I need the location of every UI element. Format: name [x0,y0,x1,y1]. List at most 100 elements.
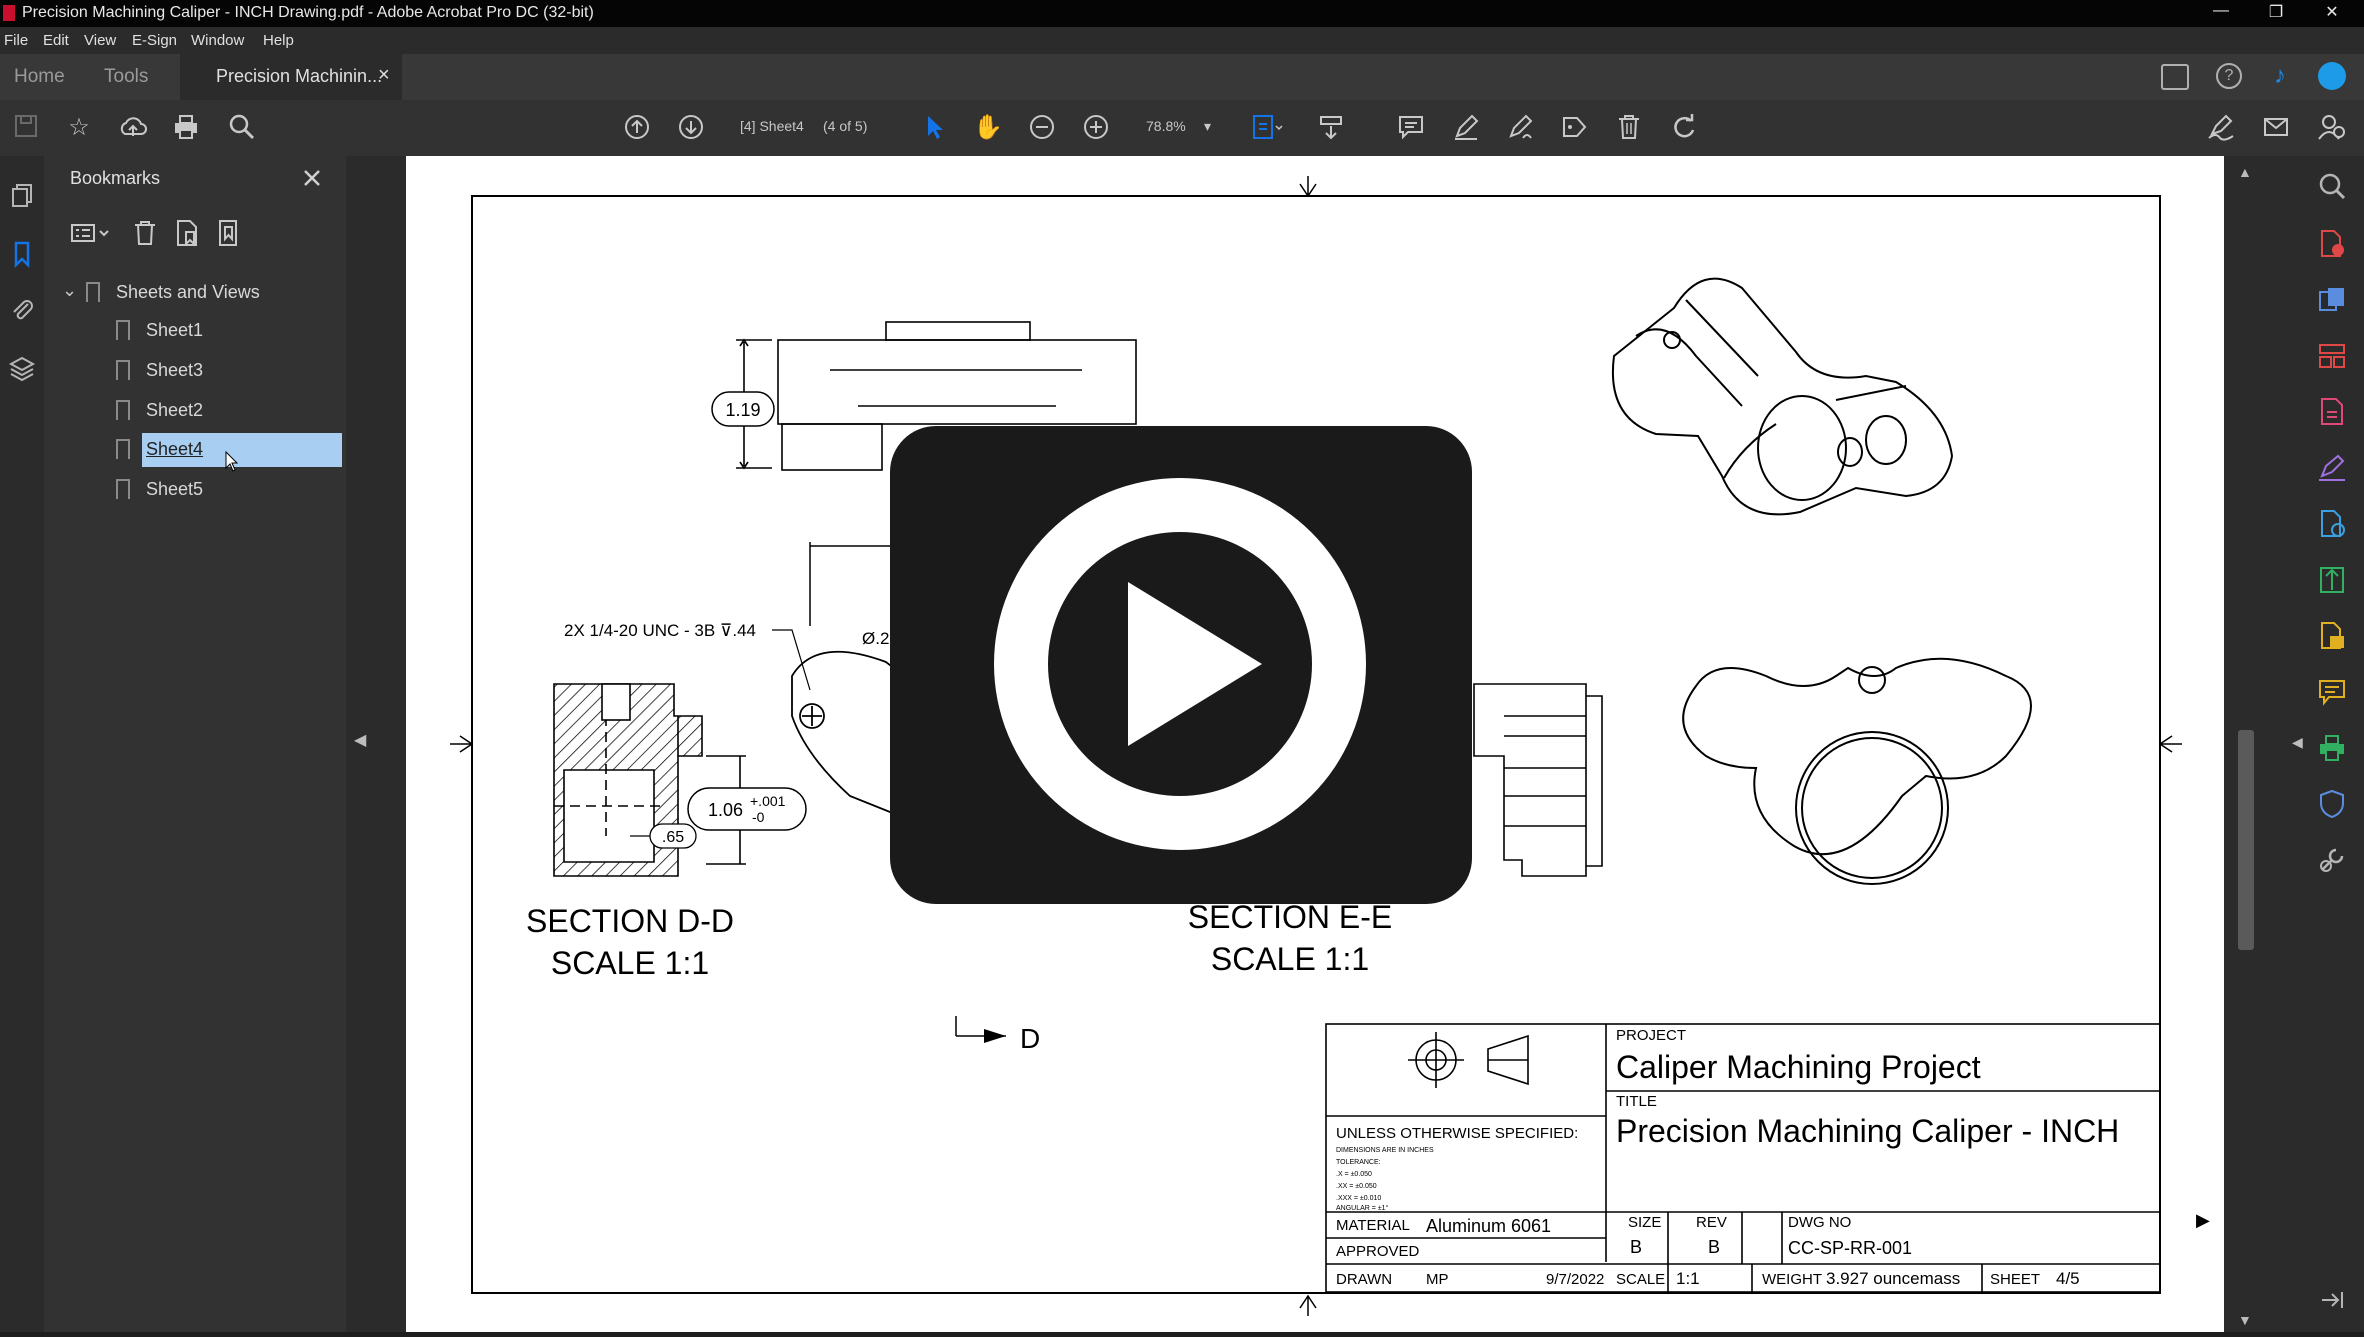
fill-sign-rail-icon[interactable] [2314,452,2350,488]
search-icon[interactable] [226,112,258,144]
menu-file[interactable]: File [4,32,28,49]
size-value: B [1630,1237,1642,1257]
collapse-pane-arrow-icon[interactable]: ◀ [354,730,366,750]
play-icon[interactable] [890,426,1472,904]
tab-tools[interactable]: Tools [104,66,148,88]
window-title: Precision Machining Caliper - INCH Drawi… [22,4,594,21]
close-window-button[interactable]: ✕ [2312,2,2352,22]
tab-document-label: Precision Machinin... [216,66,383,86]
fit-page-icon[interactable] [1250,112,1283,144]
section-d-title: SECTION D-D [526,903,734,939]
attachments-paperclip-icon[interactable] [6,296,38,328]
page-number-field[interactable]: [4] Sheet4 [740,118,804,134]
page-edge-tab: ▶ [2182,1176,2224,1266]
rotate-icon[interactable] [1668,112,1700,144]
share-screen-icon[interactable] [2161,64,2189,90]
bookmark-star-icon[interactable]: ☆ [63,112,95,144]
draw-pen-icon[interactable] [1504,112,1536,144]
close-panel-icon[interactable] [300,166,324,190]
pane-splitter[interactable]: ◀ [346,156,406,1332]
bookmark-sheet1[interactable]: Sheet1 [116,314,346,348]
upload-cloud-icon[interactable] [117,112,149,144]
expand-bookmark-icon[interactable] [214,218,244,248]
delete-bookmark-icon[interactable] [130,218,160,248]
video-play-overlay[interactable] [890,426,1472,904]
compress-pdf-icon[interactable] [2314,564,2350,600]
menu-edit[interactable]: Edit [43,32,69,49]
delete-trash-icon[interactable] [1613,112,1645,144]
comment-icon[interactable] [1395,112,1427,144]
sheet-label: SHEET [1990,1271,2040,1288]
vertical-scrollbar[interactable]: ▲ ▼ [2224,156,2270,1332]
highlight-pen-icon[interactable] [1450,112,1482,144]
document-view[interactable]: 1.19 2X 1/4-20 UNC - 3B ⊽.44 Ø.2 1.06 +.… [406,156,2270,1332]
tolerance-line: .XXX = ±0.010 [1336,1195,1381,1202]
menu-help[interactable]: Help [263,32,294,49]
scroll-up-arrow-icon[interactable]: ▲ [2238,164,2252,180]
request-signature-icon[interactable] [2314,508,2350,544]
hand-tool-icon[interactable]: ✋ [972,112,1004,144]
scrollbar-thumb[interactable] [2238,730,2254,950]
create-pdf-icon[interactable] [2314,284,2350,320]
email-icon[interactable] [2260,112,2292,144]
comment-rail-icon[interactable] [2314,676,2350,712]
expand-pane-arrow-icon[interactable]: ◀ [2292,734,2303,751]
protect-shield-icon[interactable] [2314,788,2350,824]
tolerance-line: .X = ±0.050 [1336,1171,1372,1178]
scroll-down-arrow-icon[interactable]: ▼ [2238,1312,2252,1328]
collapse-chevron-icon[interactable]: ⌄ [62,280,77,301]
bookmark-sheet5[interactable]: Sheet5 [116,473,346,507]
bookmark-sheet3[interactable]: Sheet3 [116,354,346,388]
zoom-search-icon[interactable] [2314,170,2350,206]
tol-plus: +.001 [750,793,786,809]
tab-document[interactable]: Precision Machinin... × [180,54,402,100]
sheet-value: 4/5 [2056,1269,2080,1288]
zoom-out-icon[interactable] [1026,112,1058,144]
tab-close-button[interactable]: × [378,64,390,87]
help-icon[interactable]: ? [2216,63,2242,89]
zoom-level-field[interactable]: 78.8% [1146,118,1186,134]
scrolling-mode-icon[interactable] [1315,112,1347,144]
edit-pdf-icon[interactable] [2314,396,2350,432]
bookmarks-rail-icon[interactable] [6,240,38,272]
print-icon[interactable] [170,112,202,144]
label-d-bottom: D [1020,1023,1040,1054]
menu-window[interactable]: Window [191,32,244,49]
bookmark-icon [116,479,130,499]
material-value: Aluminum 6061 [1426,1216,1551,1236]
scale-label: SCALE [1616,1271,1665,1288]
tab-home[interactable]: Home [14,66,65,88]
layers-icon[interactable] [6,354,38,386]
bookmark-options-icon[interactable] [70,218,114,248]
restore-button[interactable]: ❐ [2256,2,2296,22]
collapse-tools-pane-icon[interactable] [2314,1284,2350,1320]
stamp-tag-icon[interactable] [1558,112,1590,144]
organize-pages-icon[interactable] [2314,340,2350,376]
notification-bell-icon[interactable]: ♪ [2268,62,2292,89]
bookmark-root[interactable]: ⌄ Sheets and Views [62,276,322,310]
share-person-icon[interactable] [2315,112,2347,144]
zoom-in-icon[interactable] [1080,112,1112,144]
bookmark-label: Sheet4 [146,439,204,459]
more-tools-icon[interactable] [2314,844,2350,880]
zoom-dropdown-chevron-icon[interactable]: ▾ [1204,118,1211,135]
share-review-icon[interactable] [2314,620,2350,656]
menu-view[interactable]: View [84,32,116,49]
menu-esign[interactable]: E-Sign [132,32,177,49]
bookmark-sheet2[interactable]: Sheet2 [116,394,346,428]
fill-sign-icon[interactable] [2205,112,2237,144]
select-cursor-icon[interactable] [918,112,950,144]
next-page-icon[interactable] [675,112,707,144]
account-avatar[interactable] [2318,62,2346,90]
save-icon[interactable] [10,112,42,144]
bookmark-sheet4[interactable]: Sheet4 [116,433,346,472]
page-thumbnails-icon[interactable] [6,182,38,214]
print-production-icon[interactable] [2314,732,2350,768]
dim-065: .65 [662,829,684,846]
export-pdf-icon[interactable] [2314,228,2350,264]
rev-value: B [1708,1237,1720,1257]
new-bookmark-icon[interactable] [172,218,202,248]
previous-page-icon[interactable] [621,112,653,144]
menu-bar: File Edit View E-Sign Window Help [0,27,2364,54]
minimize-button[interactable]: — [2201,2,2241,20]
